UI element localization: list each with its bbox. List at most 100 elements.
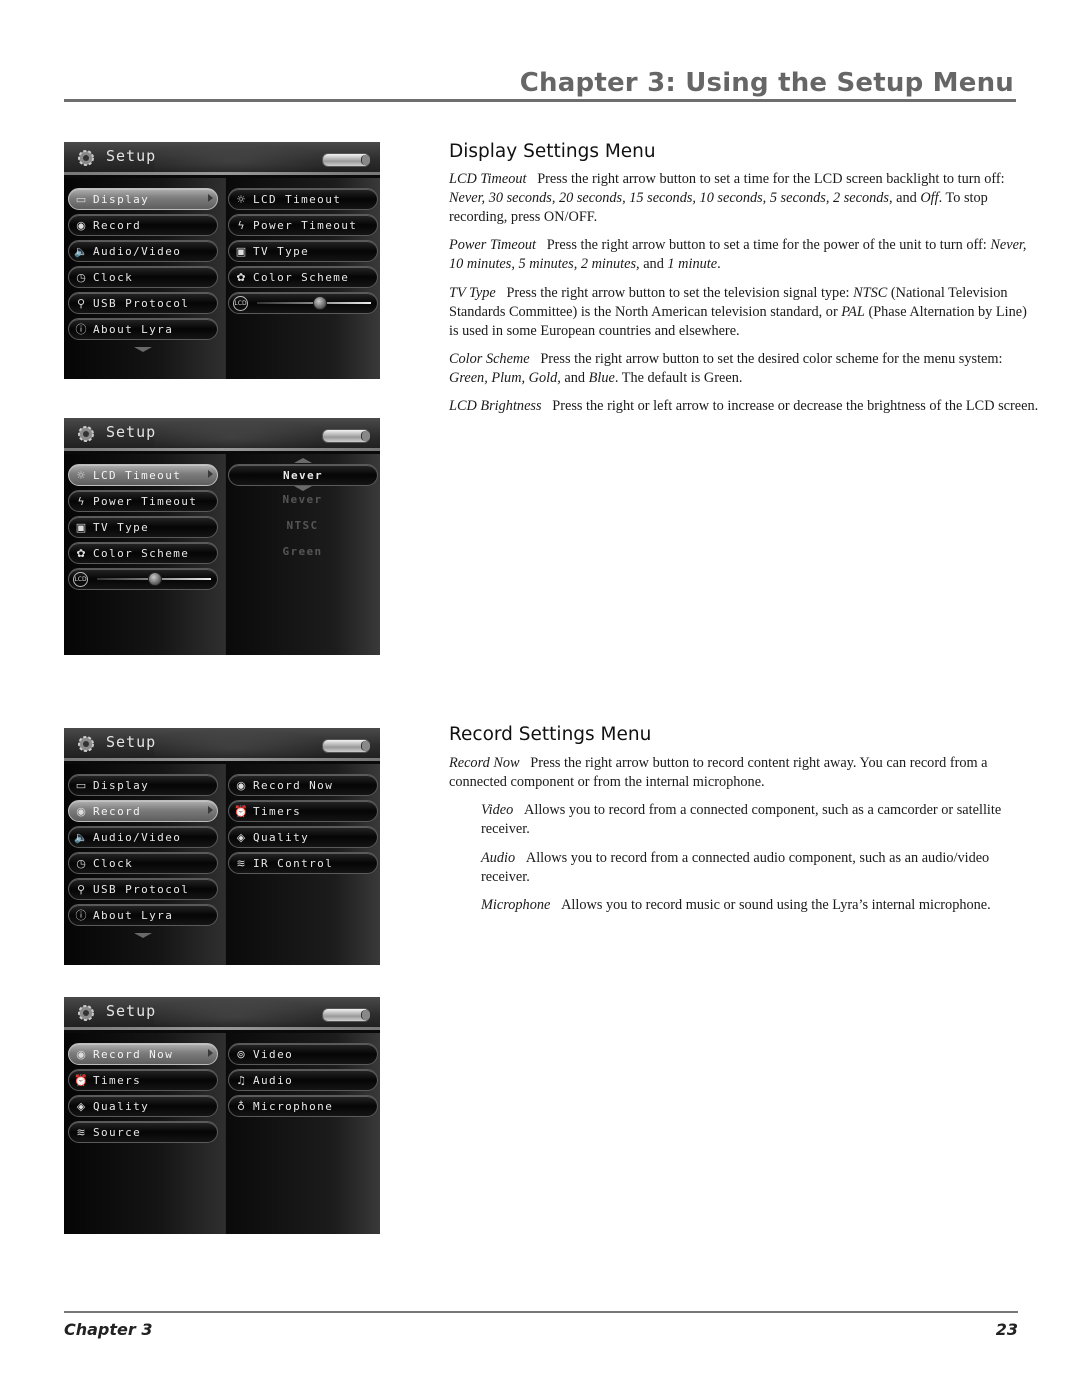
camera-icon: ⊚ — [236, 1047, 246, 1061]
menu-item-audio[interactable]: ♫ Audio — [228, 1069, 378, 1091]
option-selector[interactable]: Never — [228, 464, 378, 486]
battery-icon — [322, 429, 370, 443]
menu-item-about-lyra[interactable]: ⓘ About Lyra — [68, 904, 218, 926]
gear-icon — [74, 148, 98, 168]
term: Video — [481, 802, 514, 818]
menu-item-lcd-timeout[interactable]: ☼ LCD Timeout — [68, 464, 218, 486]
menu-item-record[interactable]: ◉ Record — [68, 800, 218, 822]
usb-icon: ⚲ — [76, 882, 86, 896]
description-lcd-brightness: LCD Brightness Press the right or left a… — [449, 397, 1039, 416]
lightbulb-icon: ☼ — [76, 468, 86, 482]
scroll-down-arrow[interactable] — [134, 933, 152, 938]
music-note-icon: ♫ — [236, 1073, 246, 1087]
description-audio: Audio Allows you to record from a connec… — [481, 849, 1041, 887]
term: Record Now — [449, 755, 520, 771]
diamond-icon: ◈ — [76, 1099, 86, 1113]
menu-item-clock[interactable]: ◷ Clock — [68, 266, 218, 288]
description-power-timeout: Power Timeout Press the right arrow butt… — [449, 236, 1039, 274]
menu-item-label: Record Now — [93, 1047, 174, 1061]
menu-item-tv-type[interactable]: ▣ TV Type — [68, 516, 218, 538]
menu-item-label: Clock — [93, 856, 134, 870]
description-record-now: Record Now Press the right arrow button … — [449, 754, 1039, 792]
description-text: Press the right arrow button to set the … — [449, 351, 1003, 386]
wireless-icon: ≋ — [76, 1125, 86, 1139]
menu-item-label: Quality — [93, 1099, 150, 1113]
menu-item-label: Power Timeout — [93, 494, 198, 508]
clock-icon: ◷ — [76, 270, 86, 284]
menu-item-label: Timers — [93, 1073, 142, 1087]
menu-item-microphone[interactable]: ♁ Microphone — [228, 1095, 378, 1117]
menu-item-source[interactable]: ≋ Source — [68, 1121, 218, 1143]
menu-item-color-scheme[interactable]: ✿ Color Scheme — [228, 266, 378, 288]
setup-title: Setup — [106, 1002, 157, 1020]
lightbulb-icon: ☼ — [236, 192, 246, 206]
menu-item-tv-type[interactable]: ▣ TV Type — [228, 240, 378, 262]
wireless-icon: ≋ — [236, 856, 246, 870]
description-text: Allows you to record from a connected au… — [481, 850, 990, 885]
info-icon: ⓘ — [75, 323, 87, 336]
scroll-down-arrow[interactable] — [294, 486, 312, 491]
menu-item-ir-control[interactable]: ≋ IR Control — [228, 852, 378, 874]
setup-title-bar: Setup — [64, 997, 380, 1030]
menu-item-audio-video[interactable]: 🔈 Audio/Video — [68, 826, 218, 848]
chapter-header: Chapter 3: Using the Setup Menu — [64, 66, 1016, 102]
menu-item-display[interactable]: ▭ Display — [68, 774, 218, 796]
menu-item-record[interactable]: ◉ Record — [68, 214, 218, 236]
menu-item-label: Display — [93, 778, 150, 792]
record-icon: ◉ — [76, 218, 86, 232]
lcd-brightness-slider[interactable]: LCD — [68, 568, 218, 590]
menu-item-label: Power Timeout — [253, 218, 358, 232]
term: LCD Brightness — [449, 398, 542, 414]
menu-item-color-scheme[interactable]: ✿ Color Scheme — [68, 542, 218, 564]
section-title-record: Record Settings Menu — [449, 724, 652, 745]
menu-item-label: Timers — [253, 804, 302, 818]
menu-item-power-timeout[interactable]: ϟ Power Timeout — [228, 214, 378, 236]
chapter-title: Chapter 3: Using the Setup Menu — [519, 68, 1014, 98]
term: LCD Timeout — [449, 171, 527, 187]
menu-item-clock[interactable]: ◷ Clock — [68, 852, 218, 874]
menu-item-video[interactable]: ⊚ Video — [228, 1043, 378, 1065]
current-value: Green — [282, 545, 323, 558]
menu-item-lcd-timeout[interactable]: ☼ LCD Timeout — [228, 188, 378, 210]
record-icon: ◉ — [236, 778, 246, 792]
lcd-brightness-slider[interactable]: LCD — [228, 292, 378, 314]
diamond-icon: ◈ — [236, 830, 246, 844]
menu-item-label: Audio — [253, 1073, 294, 1087]
menu-item-label: Display — [93, 192, 150, 206]
gear-icon — [74, 424, 98, 444]
scroll-up-arrow[interactable] — [294, 458, 312, 463]
slider-knob[interactable] — [313, 296, 328, 310]
clock-icon: ◷ — [76, 856, 86, 870]
term: Color Scheme — [449, 351, 530, 367]
screenshot-setup-lcd-timeout: Setup ☼ LCD Timeout ϟ Power Timeout ▣ TV Type ✿… — [64, 418, 380, 655]
menu-item-quality[interactable]: ◈ Quality — [228, 826, 378, 848]
menu-item-quality[interactable]: ◈ Quality — [68, 1095, 218, 1117]
description-video: Video Allows you to record from a connec… — [481, 801, 1041, 839]
palette-icon: ✿ — [236, 270, 246, 284]
description-tv-type: TV Type Press the right arrow button to … — [449, 284, 1039, 341]
display-icon: ▭ — [75, 192, 87, 206]
description-color-scheme: Color Scheme Press the right arrow butto… — [449, 350, 1039, 388]
description-text: Allows you to record music or sound usin… — [550, 897, 991, 913]
term: Power Timeout — [449, 237, 536, 253]
menu-item-display[interactable]: ▭ Display — [68, 188, 218, 210]
menu-item-record-now[interactable]: ◉ Record Now — [228, 774, 378, 796]
menu-item-label: Video — [253, 1047, 294, 1061]
menu-item-label: About Lyra — [93, 908, 174, 922]
slider-knob[interactable] — [148, 572, 162, 586]
menu-item-label: Microphone — [253, 1099, 334, 1113]
menu-item-label: Audio/Video — [93, 244, 182, 258]
menu-item-timers[interactable]: ⏰ Timers — [68, 1069, 218, 1091]
menu-item-label: Quality — [253, 830, 310, 844]
menu-item-usb-protocol[interactable]: ⚲ USB Protocol — [68, 292, 218, 314]
menu-item-timers[interactable]: ⏰ Timers — [228, 800, 378, 822]
menu-item-record-now[interactable]: ◉ Record Now — [68, 1043, 218, 1065]
menu-item-usb-protocol[interactable]: ⚲ USB Protocol — [68, 878, 218, 900]
menu-item-power-timeout[interactable]: ϟ Power Timeout — [68, 490, 218, 512]
setup-title: Setup — [106, 147, 157, 165]
menu-item-about-lyra[interactable]: ⓘ About Lyra — [68, 318, 218, 340]
term: Microphone — [481, 897, 551, 913]
scroll-down-arrow[interactable] — [134, 347, 152, 352]
battery-icon — [322, 153, 370, 167]
menu-item-audio-video[interactable]: 🔈 Audio/Video — [68, 240, 218, 262]
